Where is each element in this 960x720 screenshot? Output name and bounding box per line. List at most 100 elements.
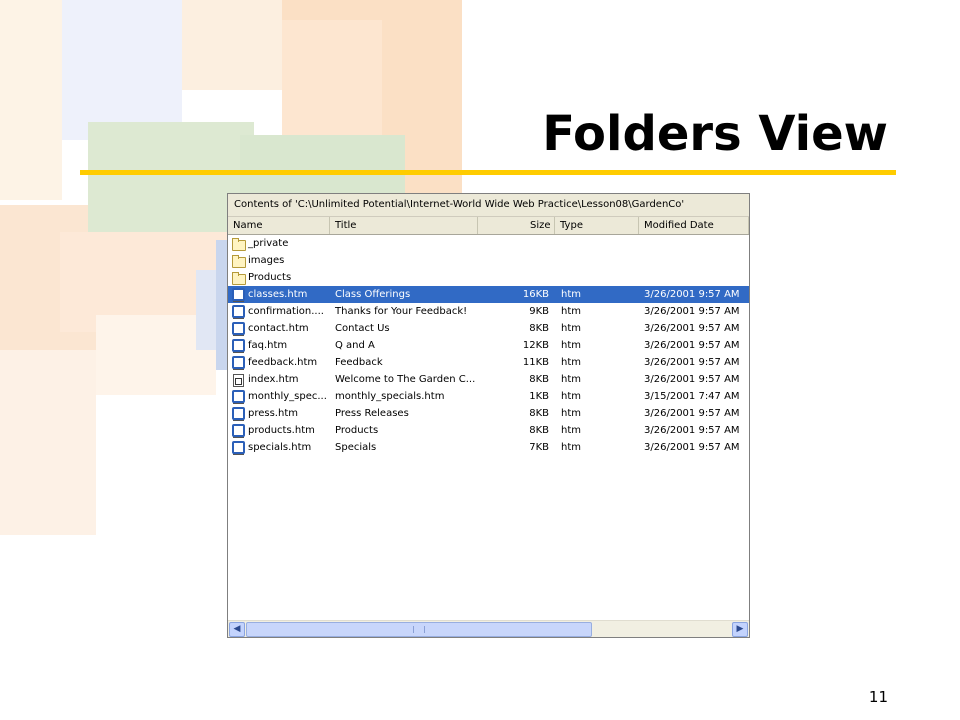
file-name: feedback.htm xyxy=(248,357,318,368)
file-row[interactable]: confirmation.... Thanks for Your Feedback… xyxy=(228,303,749,320)
file-row[interactable]: _private xyxy=(228,235,749,252)
file-size: 8KB xyxy=(529,425,549,436)
folder-icon xyxy=(231,237,246,251)
horizontal-scrollbar[interactable]: ◀ ▶ xyxy=(228,620,749,637)
file-name: index.htm xyxy=(248,374,299,385)
file-title: Press Releases xyxy=(335,408,409,419)
file-name-cell: images xyxy=(228,252,330,269)
file-title xyxy=(330,269,478,286)
file-name: Products xyxy=(248,272,292,283)
file-row[interactable]: classes.htm Class Offerings 16KB htm 3/26/20… xyxy=(228,286,749,303)
file-modified-date: 3/26/2001 9:57 AM xyxy=(644,408,740,419)
file-type xyxy=(555,252,639,269)
file-name: contact.htm xyxy=(248,323,309,334)
file-row[interactable]: monthly_spec... monthly_specials.htm 1KB ht… xyxy=(228,388,749,405)
page-icon xyxy=(231,406,245,421)
file-list: _privateimages Products classes.htm Class O… xyxy=(228,235,749,456)
home-icon xyxy=(231,373,245,387)
scrollbar-thumb[interactable] xyxy=(246,622,592,637)
file-size xyxy=(478,252,555,269)
page-icon xyxy=(231,287,245,302)
column-header-title[interactable]: Title xyxy=(330,217,478,234)
file-size: 1KB xyxy=(529,391,549,402)
file-name-cell: monthly_spec... xyxy=(228,388,330,405)
slide-title: Folders View xyxy=(542,106,888,162)
file-name-cell: index.htm xyxy=(228,371,330,388)
file-name-cell: _private xyxy=(228,235,330,252)
file-modified-date xyxy=(639,252,749,269)
file-type: htm xyxy=(561,306,581,317)
file-size: 16KB xyxy=(522,289,549,300)
file-modified-date xyxy=(639,269,749,286)
file-row[interactable]: specials.htm Specials 7KB htm 3/26/2001 9:57… xyxy=(228,439,749,456)
file-row[interactable]: Products xyxy=(228,269,749,286)
file-name: specials.htm xyxy=(248,442,312,453)
background-square xyxy=(0,350,96,535)
file-size: 12KB xyxy=(522,340,549,351)
scroll-right-button[interactable]: ▶ xyxy=(732,622,748,637)
file-row[interactable]: feedback.htm Feedback 11KB htm 3/26/2001 9:5… xyxy=(228,354,749,371)
file-name: monthly_spec... xyxy=(248,391,327,402)
file-type: htm xyxy=(561,408,581,419)
file-size: 9KB xyxy=(529,306,549,317)
file-size: 11KB xyxy=(522,357,549,368)
file-row[interactable]: press.htm Press Releases 8KB htm 3/26/2001 9… xyxy=(228,405,749,422)
file-type xyxy=(555,235,639,252)
file-title xyxy=(330,235,478,252)
page-icon xyxy=(231,389,245,404)
file-title: Thanks for Your Feedback! xyxy=(335,306,468,317)
file-row[interactable]: contact.htm Contact Us 8KB htm 3/26/2001 9:5… xyxy=(228,320,749,337)
file-modified-date: 3/26/2001 9:57 AM xyxy=(644,306,740,317)
file-name: products.htm xyxy=(248,425,315,436)
column-header-size[interactable]: Size xyxy=(478,217,555,234)
file-size xyxy=(478,235,555,252)
file-modified-date: 3/26/2001 9:57 AM xyxy=(644,357,740,368)
file-size: 8KB xyxy=(529,408,549,419)
file-name: faq.htm xyxy=(248,340,288,351)
file-name-cell: specials.htm xyxy=(228,439,330,456)
column-header-modified-date[interactable]: Modified Date xyxy=(639,217,749,234)
file-name-cell: Products xyxy=(228,269,330,286)
file-name: _private xyxy=(248,238,289,249)
file-modified-date: 3/26/2001 9:57 AM xyxy=(644,425,740,436)
file-type: htm xyxy=(561,340,581,351)
page-icon xyxy=(231,355,245,370)
file-modified-date: 3/26/2001 9:57 AM xyxy=(644,340,740,351)
file-name: classes.htm xyxy=(248,289,308,300)
file-size: 8KB xyxy=(529,323,549,334)
file-row[interactable]: index.htm Welcome to The Garden C... 8KB ht… xyxy=(228,371,749,388)
file-row[interactable]: images xyxy=(228,252,749,269)
file-title: Class Offerings xyxy=(335,289,411,300)
page-icon xyxy=(231,321,245,336)
file-modified-date: 3/15/2001 7:47 AM xyxy=(644,391,740,402)
file-size xyxy=(478,269,555,286)
slide-page-number: 11 xyxy=(868,688,888,706)
file-name: confirmation.... xyxy=(248,306,324,317)
file-type: htm xyxy=(561,357,581,368)
file-size: 7KB xyxy=(529,442,549,453)
file-modified-date: 3/26/2001 9:57 AM xyxy=(644,289,740,300)
file-title: Specials xyxy=(335,442,377,453)
file-list-window: Contents of 'C:\Unlimited Potential\Inte… xyxy=(227,193,750,638)
column-header-type[interactable]: Type xyxy=(555,217,639,234)
file-row[interactable]: products.htm Products 8KB htm 3/26/2001 9:57… xyxy=(228,422,749,439)
scroll-left-button[interactable]: ◀ xyxy=(229,622,245,637)
background-square xyxy=(182,0,282,90)
page-icon xyxy=(231,338,245,353)
file-name-cell: classes.htm xyxy=(228,286,330,303)
file-type: htm xyxy=(561,323,581,334)
file-name-cell: contact.htm xyxy=(228,320,330,337)
file-title xyxy=(330,252,478,269)
folder-icon xyxy=(231,254,246,268)
file-size: 8KB xyxy=(529,374,549,385)
file-title: Products xyxy=(335,425,379,436)
file-title: monthly_specials.htm xyxy=(335,391,445,402)
column-header-name[interactable]: Name xyxy=(228,217,330,234)
file-name-cell: confirmation.... xyxy=(228,303,330,320)
page-icon xyxy=(231,423,245,438)
folder-icon xyxy=(231,271,246,285)
background-square xyxy=(0,0,62,200)
file-row[interactable]: faq.htm Q and A 12KB htm 3/26/2001 9:57 AM xyxy=(228,337,749,354)
page-icon xyxy=(231,304,245,319)
background-square xyxy=(62,0,182,140)
